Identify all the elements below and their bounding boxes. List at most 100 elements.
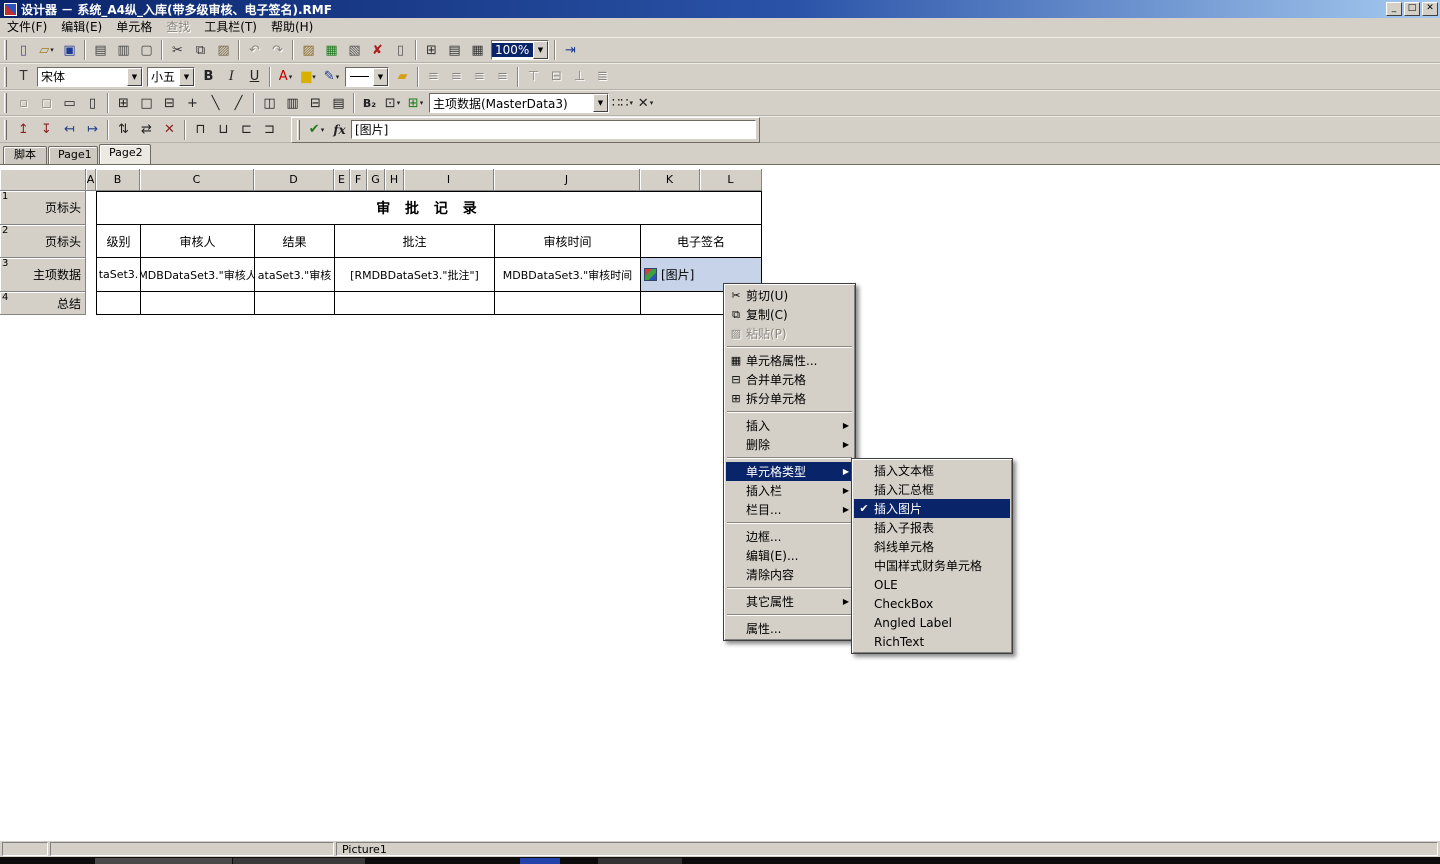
- grid-corner[interactable]: [0, 169, 86, 191]
- band-left-button[interactable]: ⊏: [235, 119, 258, 141]
- frame-style-3-button[interactable]: ▭: [58, 92, 81, 114]
- column-header[interactable]: K: [640, 169, 700, 191]
- redo-button[interactable]: ↷: [266, 39, 289, 61]
- column-header[interactable]: A: [86, 169, 96, 191]
- frame-style-4-button[interactable]: ▯: [81, 92, 104, 114]
- row-header-4[interactable]: 4 总结: [0, 292, 86, 315]
- close-button[interactable]: ✕: [1422, 2, 1438, 16]
- new-button[interactable]: ▯: [12, 39, 35, 61]
- header-cell-comment[interactable]: 批注: [334, 225, 494, 258]
- column-header[interactable]: I: [404, 169, 494, 191]
- clear-format-button[interactable]: ✕: [634, 92, 657, 114]
- merge-vertical-button[interactable]: ⊟: [304, 92, 327, 114]
- bind-field-button[interactable]: B₂: [358, 92, 381, 114]
- insert-col-after-button[interactable]: ↦: [81, 119, 104, 141]
- dataset-combo[interactable]: 主项数据(MasterData3) ▼: [429, 93, 609, 113]
- row-header-1[interactable]: 1 页标头: [0, 191, 86, 225]
- menu-find[interactable]: 查找: [159, 18, 197, 37]
- data-cell-comment[interactable]: [RMDBDataSet3."批注"]: [334, 258, 494, 292]
- submenu-item-angled-label[interactable]: Angled Label: [854, 613, 1010, 632]
- menu-item-split-cells[interactable]: ⊞ 拆分单元格: [726, 389, 853, 408]
- border-cross-button[interactable]: +: [181, 92, 204, 114]
- tab-page2[interactable]: Page2: [99, 144, 151, 164]
- align-center-button[interactable]: ≡: [445, 66, 468, 88]
- delete-object-button[interactable]: ✘: [366, 39, 389, 61]
- show-bands-button[interactable]: ▤: [443, 39, 466, 61]
- border-style-button[interactable]: ∷∷: [611, 92, 634, 114]
- frame-style-1-button[interactable]: ▫: [12, 92, 35, 114]
- line-color-button[interactable]: ✎: [320, 66, 343, 88]
- header-cell-audit-time[interactable]: 审核时间: [494, 225, 640, 258]
- frame-style-2-button[interactable]: ◻: [35, 92, 58, 114]
- design-canvas[interactable]: ABCDEFGHIJKL 1 页标头 2 页标头 3 主项数据 4 总结 审 批…: [0, 164, 1440, 840]
- insert-table-button[interactable]: ▦: [320, 39, 343, 61]
- menu-item-properties[interactable]: 属性...: [726, 619, 853, 638]
- column-header[interactable]: B: [96, 169, 140, 191]
- font-color-button[interactable]: A: [274, 66, 297, 88]
- underline-button[interactable]: U: [243, 66, 266, 88]
- print-preview-button[interactable]: ▥: [112, 39, 135, 61]
- submenu-item-chinese-finance-cell[interactable]: 中国样式财务单元格: [854, 556, 1010, 575]
- move-cols-button[interactable]: ⇄: [135, 119, 158, 141]
- cut-button[interactable]: ✂: [166, 39, 189, 61]
- empty-cell[interactable]: [96, 292, 140, 315]
- empty-cell[interactable]: [254, 292, 334, 315]
- border-inner-h-button[interactable]: ⊟: [158, 92, 181, 114]
- submenu-item-checkbox[interactable]: CheckBox: [854, 594, 1010, 613]
- paste-button[interactable]: ▨: [212, 39, 235, 61]
- line-width-combo[interactable]: ▼: [345, 67, 389, 87]
- submenu-item-insert-summary-box[interactable]: 插入汇总框: [854, 480, 1010, 499]
- menu-item-insert[interactable]: 插入: [726, 416, 853, 435]
- column-header[interactable]: D: [254, 169, 334, 191]
- empty-cell[interactable]: [334, 292, 494, 315]
- toolbar-gripper[interactable]: [4, 93, 7, 113]
- menu-item-columns[interactable]: 栏目...: [726, 500, 853, 519]
- menu-item-cell-properties[interactable]: ▦ 单元格属性...: [726, 351, 853, 370]
- border-all-button[interactable]: ⊞: [112, 92, 135, 114]
- empty-cell[interactable]: [494, 292, 640, 315]
- column-header[interactable]: H: [385, 169, 404, 191]
- header-cell-level[interactable]: 级别: [96, 225, 140, 258]
- toolbar-gripper[interactable]: [297, 120, 300, 140]
- submenu-item-richtext[interactable]: RichText: [854, 632, 1010, 651]
- menu-item-paste[interactable]: ▨ 粘贴(P): [726, 324, 853, 343]
- menu-item-merge-cells[interactable]: ⊟ 合并单元格: [726, 370, 853, 389]
- toolbar-gripper[interactable]: [4, 67, 7, 87]
- merge-horizontal-button[interactable]: ◫: [258, 92, 281, 114]
- row-header-3[interactable]: 3 主项数据: [0, 258, 86, 292]
- function-button[interactable]: fx: [328, 119, 351, 141]
- insert-band-button[interactable]: ▧: [343, 39, 366, 61]
- chevron-down-icon[interactable]: ▼: [533, 41, 548, 59]
- minimize-button[interactable]: _: [1386, 2, 1402, 16]
- submenu-item-insert-subreport[interactable]: 插入子报表: [854, 518, 1010, 537]
- report-wizard-button[interactable]: ▨: [297, 39, 320, 61]
- menu-help[interactable]: 帮助(H): [264, 18, 320, 37]
- submenu-item-ole[interactable]: OLE: [854, 575, 1010, 594]
- menu-item-delete[interactable]: 删除: [726, 435, 853, 454]
- font-name-combo[interactable]: 宋体 ▼: [37, 67, 143, 87]
- align-left-button[interactable]: ≡: [422, 66, 445, 88]
- border-diagonal-up-button[interactable]: ╱: [227, 92, 250, 114]
- tab-page1[interactable]: Page1: [48, 146, 98, 164]
- chevron-down-icon[interactable]: ▼: [373, 68, 388, 86]
- band-header-button[interactable]: ⊓: [189, 119, 212, 141]
- menu-edit[interactable]: 编辑(E): [54, 18, 109, 37]
- menu-item-edit[interactable]: 编辑(E)...: [726, 546, 853, 565]
- insert-col-before-button[interactable]: ↤: [58, 119, 81, 141]
- border-diagonal-down-button[interactable]: ╲: [204, 92, 227, 114]
- field-browse-button[interactable]: ⊡: [381, 92, 404, 114]
- split-horizontal-button[interactable]: ▥: [281, 92, 304, 114]
- menu-item-cut[interactable]: ✂ 剪切(U): [726, 286, 853, 305]
- page-setup-button[interactable]: ▢: [135, 39, 158, 61]
- chevron-down-icon[interactable]: ▼: [593, 94, 608, 112]
- new-page-button[interactable]: ▯: [389, 39, 412, 61]
- zoom-combo[interactable]: 100% ▼: [491, 40, 549, 60]
- row-header-2[interactable]: 2 页标头: [0, 225, 86, 258]
- submenu-item-insert-picture[interactable]: 插入图片: [854, 499, 1010, 518]
- column-header[interactable]: G: [367, 169, 385, 191]
- insert-row-after-button[interactable]: ↧: [35, 119, 58, 141]
- header-cell-signature[interactable]: 电子签名: [640, 225, 762, 258]
- add-field-button[interactable]: ⊞: [404, 92, 427, 114]
- highlight-button[interactable]: ▰: [391, 66, 414, 88]
- align-justify-button[interactable]: ≡: [491, 66, 514, 88]
